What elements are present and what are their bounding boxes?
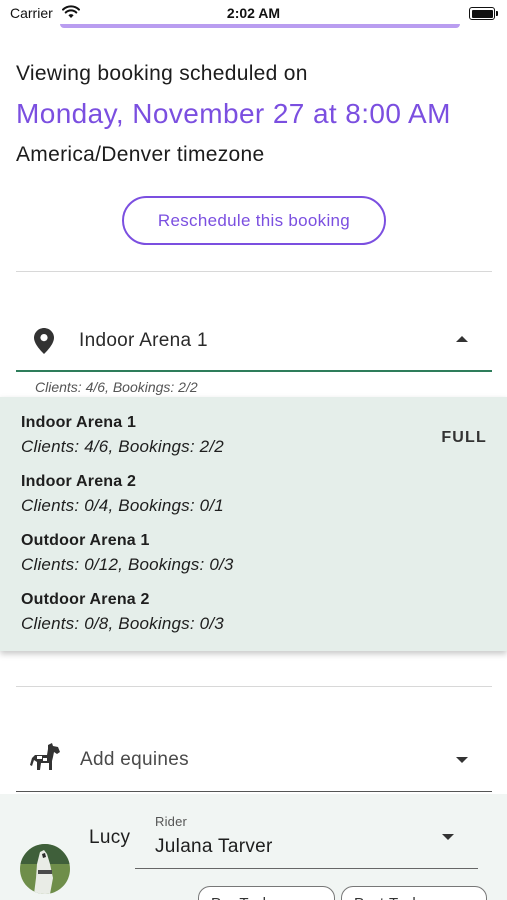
option-name: Outdoor Arena 1 [21, 532, 150, 549]
rider-underline [135, 868, 478, 869]
caret-up-icon[interactable] [456, 336, 468, 342]
option-name: Indoor Arena 1 [21, 414, 137, 431]
booking-intro: Viewing booking scheduled on [16, 62, 308, 85]
equine-name: Lucy [89, 827, 131, 848]
caret-down-icon[interactable] [442, 834, 454, 840]
caret-down-icon[interactable] [456, 757, 468, 763]
booking-timezone: America/Denver timezone [16, 143, 265, 166]
location-selected-value: Indoor Arena 1 [79, 330, 208, 351]
location-select[interactable]: Indoor Arena 1 [16, 312, 492, 372]
dropdown-option[interactable]: Indoor Arena 1 Clients: 4/6, Bookings: 2… [21, 414, 491, 457]
scroll-accent-bar [60, 24, 460, 28]
equines-select[interactable]: Add equines [16, 731, 492, 792]
horse-photo [20, 844, 70, 894]
dropdown-option[interactable]: Indoor Arena 2 Clients: 0/4, Bookings: 0… [21, 473, 491, 516]
equines-placeholder: Add equines [80, 749, 189, 770]
full-badge: FULL [441, 429, 487, 446]
option-stats: Clients: 4/6, Bookings: 2/2 [21, 437, 224, 456]
booking-date: Monday, November 27 at 8:00 AM [16, 98, 451, 129]
location-helper-text: Clients: 4/6, Bookings: 2/2 [35, 379, 198, 395]
option-stats: Clients: 0/4, Bookings: 0/1 [21, 496, 224, 515]
rider-select[interactable]: Julana Tarver [155, 836, 273, 858]
status-time: 2:02 AM [226, 5, 281, 21]
pre-tack-button[interactable]: Pre-Tack [198, 886, 335, 900]
rider-label: Rider [155, 814, 188, 829]
location-dropdown-menu: Indoor Arena 1 Clients: 4/6, Bookings: 2… [0, 397, 507, 651]
option-name: Indoor Arena 2 [21, 473, 137, 490]
dropdown-option[interactable]: Outdoor Arena 1 Clients: 0/12, Bookings:… [21, 532, 491, 575]
map-pin-icon [34, 328, 54, 354]
dropdown-option[interactable]: Outdoor Arena 2 Clients: 0/8, Bookings: … [21, 591, 491, 634]
equine-entry: Lucy Rider Julana Tarver Pre-Tack Post-T… [0, 794, 507, 900]
horse-icon [30, 743, 60, 770]
divider [16, 686, 492, 687]
avatar [20, 844, 70, 894]
reschedule-button[interactable]: Reschedule this booking [122, 196, 386, 245]
option-stats: Clients: 0/8, Bookings: 0/3 [21, 614, 224, 633]
post-tack-button[interactable]: Post-Tack [341, 886, 487, 900]
option-name: Outdoor Arena 2 [21, 591, 150, 608]
battery-icon [469, 7, 498, 20]
option-stats: Clients: 0/12, Bookings: 0/3 [21, 555, 234, 574]
divider [16, 271, 492, 272]
